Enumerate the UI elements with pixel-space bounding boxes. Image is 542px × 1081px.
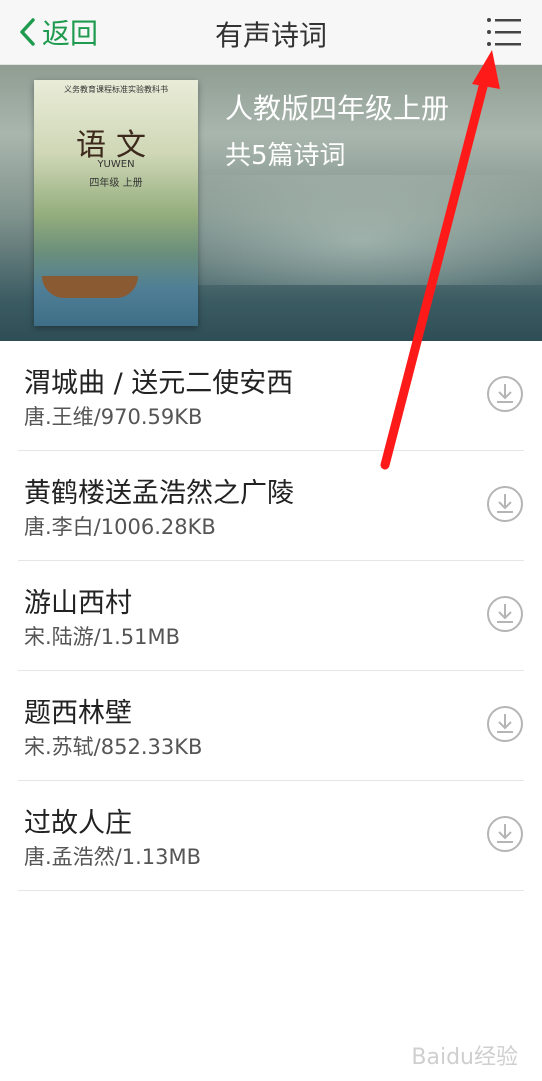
- poem-title: 游山西村: [24, 588, 132, 619]
- page-title: 有声诗词: [214, 19, 327, 52]
- banner-background: [180, 175, 542, 285]
- cover-publisher-line: 义务教育课程标准实验教科书: [64, 85, 168, 94]
- download-icon[interactable]: [486, 705, 524, 743]
- cover-logo: 语文: [76, 128, 156, 163]
- book-cover: 义务教育课程标准实验教科书 语文 YUWEN 四年级 上册: [34, 80, 198, 326]
- poem-title: 渭城曲 / 送元二使安西: [24, 368, 294, 399]
- list-item[interactable]: 过故人庄 唐.孟浩然/1.13MB: [18, 781, 524, 891]
- poem-title: 黄鹤楼送孟浩然之广陵: [24, 478, 294, 509]
- poem-meta: 唐.李白/1006.28KB: [24, 515, 216, 539]
- poem-title: 题西林壁: [24, 698, 132, 729]
- cover-boat-illustration: [42, 276, 138, 298]
- poem-title: 过故人庄: [24, 808, 132, 839]
- poem-meta: 宋.苏轼/852.33KB: [24, 735, 203, 759]
- list-item[interactable]: 题西林壁 宋.苏轼/852.33KB: [18, 671, 524, 781]
- poem-meta: 唐.王维/970.59KB: [24, 405, 203, 429]
- menu-list-icon[interactable]: [486, 14, 522, 50]
- cover-pinyin: YUWEN: [97, 159, 135, 170]
- download-icon[interactable]: [486, 595, 524, 633]
- download-icon[interactable]: [486, 375, 524, 413]
- poem-meta: 唐.孟浩然/1.13MB: [24, 845, 202, 869]
- poem-list: 渭城曲 / 送元二使安西 唐.王维/970.59KB 黄鹤楼送孟浩然之广陵 唐.…: [0, 341, 542, 891]
- download-icon[interactable]: [486, 485, 524, 523]
- cover-grade: 四年级 上册: [89, 178, 143, 189]
- album-banner: 义务教育课程标准实验教科书 语文 YUWEN 四年级 上册 人教版四年级上册 共…: [0, 65, 542, 341]
- top-bar: 返回 有声诗词: [0, 0, 542, 65]
- download-icon[interactable]: [486, 815, 524, 853]
- list-item[interactable]: 游山西村 宋.陆游/1.51MB: [18, 561, 524, 671]
- list-item[interactable]: 黄鹤楼送孟浩然之广陵 唐.李白/1006.28KB: [18, 451, 524, 561]
- album-info: 人教版四年级上册 共5篇诗词: [225, 87, 449, 172]
- album-count: 共5篇诗词: [225, 141, 346, 171]
- watermark: Baidu经验: [411, 1045, 518, 1070]
- poem-meta: 宋.陆游/1.51MB: [24, 625, 181, 649]
- list-item[interactable]: 渭城曲 / 送元二使安西 唐.王维/970.59KB: [18, 341, 524, 451]
- album-title: 人教版四年级上册: [225, 92, 450, 125]
